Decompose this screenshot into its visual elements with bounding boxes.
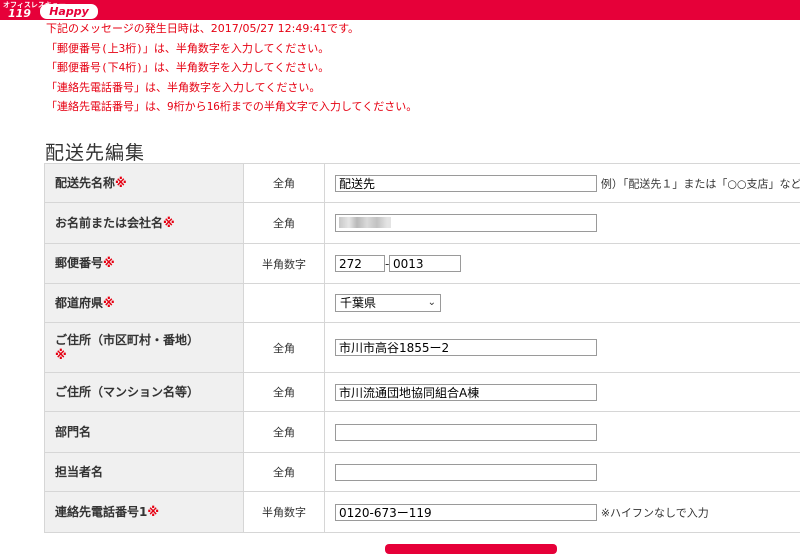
prefecture-select[interactable]: 千葉県 ⌄: [335, 294, 441, 312]
label-text: 部門名: [55, 425, 91, 439]
error-message: 「郵便番号(下4桁)」は、半角数字を入力してください。: [46, 58, 417, 78]
field-cell: [325, 453, 800, 492]
form-row-prefecture: 都道府県※ 千葉県 ⌄: [45, 284, 800, 323]
field-label: 都道府県※: [45, 284, 244, 323]
top-bar: オフィスレスキュー 119 Happy: [0, 0, 800, 20]
submit-button[interactable]: [385, 544, 557, 554]
delivery-name-input[interactable]: [335, 175, 597, 192]
label-text: ご住所（市区町村・番地）: [55, 333, 199, 347]
form-row-building: ご住所（マンション名等） 全角: [45, 373, 800, 412]
chevron-down-icon: ⌄: [428, 295, 436, 311]
field-cell: ※ハイフンなしで入力: [325, 492, 800, 533]
label-text: 配送先名称: [55, 176, 115, 190]
contact-person-input[interactable]: [335, 464, 597, 481]
input-type: [244, 284, 325, 323]
field-label: 担当者名: [45, 453, 244, 492]
address-input[interactable]: [335, 339, 597, 356]
required-mark: ※: [103, 296, 115, 310]
form-row-company-name: お名前または会社名※ 全角: [45, 203, 800, 244]
phone-input[interactable]: [335, 504, 597, 521]
field-label: お名前または会社名※: [45, 203, 244, 244]
required-mark: ※: [103, 256, 115, 270]
error-message: 「連絡先電話番号」は、9桁から16桁までの半角文字で入力してください。: [46, 97, 417, 117]
input-type: 全角: [244, 203, 325, 244]
form-row-address: ご住所（市区町村・番地）※ 全角: [45, 323, 800, 373]
field-label: 郵便番号※: [45, 244, 244, 284]
selected-value: 千葉県: [340, 296, 376, 310]
form-row-department: 部門名 全角: [45, 412, 800, 453]
error-messages: 下記のメッセージの発生日時は、2017/05/27 12:49:41です。 「郵…: [46, 19, 417, 117]
input-type: 全角: [244, 453, 325, 492]
error-message: 「連絡先電話番号」は、半角数字を入力してください。: [46, 78, 417, 98]
field-label: ご住所（市区町村・番地）※: [45, 323, 244, 373]
input-type: 全角: [244, 323, 325, 373]
field-label: 配送先名称※: [45, 164, 244, 203]
zip-second-input[interactable]: [389, 255, 461, 272]
label-text: 都道府県: [55, 296, 103, 310]
label-text: お名前または会社名: [55, 216, 163, 230]
field-cell: [325, 373, 800, 412]
required-mark: ※: [147, 505, 159, 519]
label-text: ご住所（マンション名等）: [55, 385, 199, 399]
error-message: 下記のメッセージの発生日時は、2017/05/27 12:49:41です。: [46, 19, 417, 39]
logo-brand: Happy: [40, 4, 98, 19]
required-mark: ※: [55, 348, 67, 362]
input-type: 全角: [244, 412, 325, 453]
input-type: 半角数字: [244, 492, 325, 533]
form-row-contact-person: 担当者名 全角: [45, 453, 800, 492]
form-row-postal-code: 郵便番号※ 半角数字 -: [45, 244, 800, 284]
field-cell: [325, 203, 800, 244]
form-row-phone: 連絡先電話番号1※ 半角数字 ※ハイフンなしで入力: [45, 492, 800, 533]
field-note: ※ハイフンなしで入力: [601, 506, 709, 519]
form-row-delivery-name: 配送先名称※ 全角 例）「配送先１」または「○○支店」など: [45, 164, 800, 203]
label-text: 担当者名: [55, 465, 103, 479]
field-label: 連絡先電話番号1※: [45, 492, 244, 533]
required-mark: ※: [163, 216, 175, 230]
logo-number: 119: [8, 8, 31, 20]
zip-first-input[interactable]: [335, 255, 385, 272]
field-label: 部門名: [45, 412, 244, 453]
field-cell: 例）「配送先１」または「○○支店」など: [325, 164, 800, 203]
required-mark: ※: [115, 176, 127, 190]
error-message: 「郵便番号(上3桁)」は、半角数字を入力してください。: [46, 39, 417, 59]
delivery-form: 配送先名称※ 全角 例）「配送先１」または「○○支店」など お名前または会社名※…: [44, 163, 800, 533]
field-cell: [325, 323, 800, 373]
site-logo[interactable]: オフィスレスキュー 119 Happy: [2, 0, 100, 20]
company-name-input[interactable]: [335, 214, 597, 232]
input-type: 全角: [244, 373, 325, 412]
redacted-value: [339, 217, 391, 228]
field-label: ご住所（マンション名等）: [45, 373, 244, 412]
section-title: 配送先編集: [45, 138, 145, 165]
label-text: 連絡先電話番号1: [55, 505, 147, 519]
field-cell: [325, 412, 800, 453]
field-cell: 千葉県 ⌄: [325, 284, 800, 323]
building-input[interactable]: [335, 384, 597, 401]
input-type: 半角数字: [244, 244, 325, 284]
label-text: 郵便番号: [55, 256, 103, 270]
field-note: 例）「配送先１」または「○○支店」など: [601, 177, 800, 190]
department-input[interactable]: [335, 424, 597, 441]
field-cell: -: [325, 244, 800, 284]
input-type: 全角: [244, 164, 325, 203]
